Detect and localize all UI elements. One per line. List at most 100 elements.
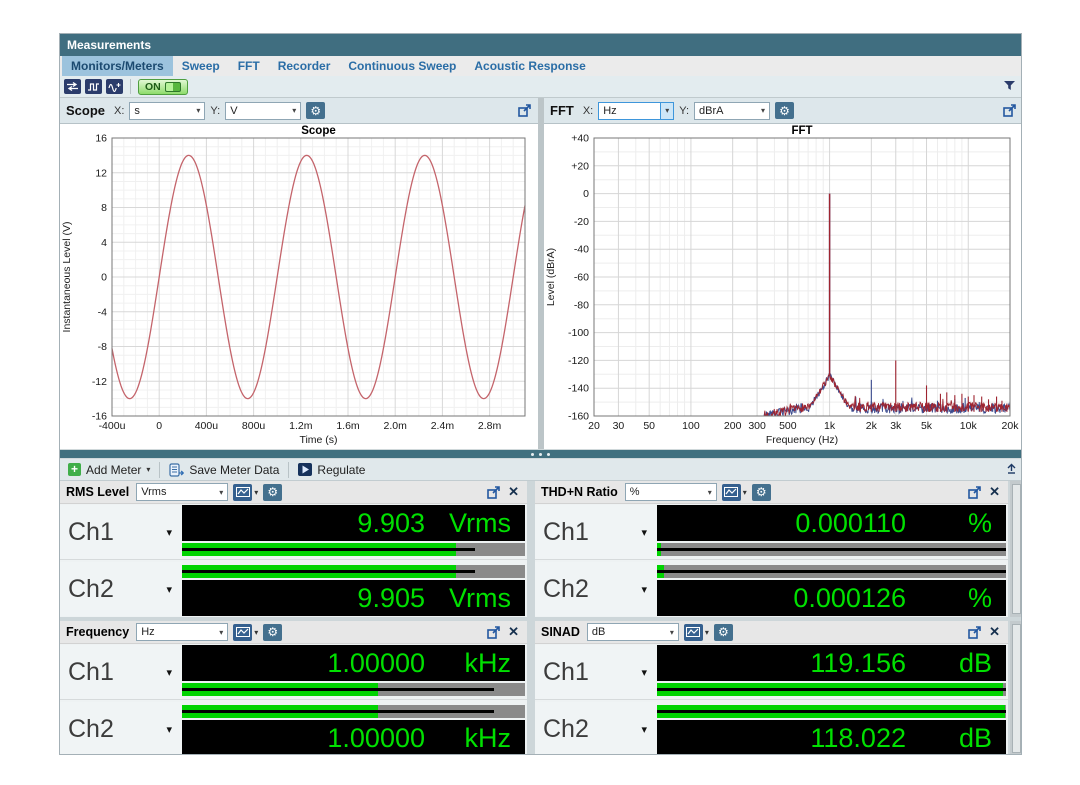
meter-channel-row: Ch1 ▾ 1.00000 kHz <box>60 645 527 699</box>
unit-combo[interactable]: Vrms ▾ <box>136 483 228 501</box>
svg-text:1.6m: 1.6m <box>336 420 360 432</box>
svg-text:2.8m: 2.8m <box>478 420 502 432</box>
settings-gear-icon[interactable]: ⚙ <box>775 102 794 119</box>
svg-text:400u: 400u <box>195 420 219 432</box>
settings-gear-icon[interactable]: ⚙ <box>752 484 771 501</box>
horizontal-splitter[interactable] <box>60 449 1021 459</box>
meter-channel-row: Ch1 ▾ 119.156 dB <box>535 645 1008 699</box>
fft-x-units-combo[interactable]: Hz ▾ <box>598 102 674 120</box>
generator-square-wave-icon[interactable] <box>85 79 102 94</box>
save-meter-data-label: Save Meter Data <box>189 463 279 477</box>
generator-on-toggle[interactable]: ON <box>138 79 188 95</box>
chevron-down-icon: ▾ <box>641 583 657 596</box>
meter-panel-sinad: SINAD dB ▾ ▾ ⚙ ✕ Ch1 ▾ <box>535 621 1008 755</box>
chevron-down-icon: ▾ <box>660 103 673 119</box>
screen: Measurements Monitors/Meters Sweep FFT R… <box>0 0 1080 785</box>
close-icon[interactable]: ✕ <box>987 484 1002 500</box>
scrollbar-thumb[interactable] <box>1012 484 1021 614</box>
meter-value-display: 118.022 dB <box>657 720 1006 755</box>
chevron-down-icon: ▾ <box>166 526 182 539</box>
tab-fft[interactable]: FFT <box>229 56 269 76</box>
close-icon[interactable]: ✕ <box>506 624 521 640</box>
meter-style-icon[interactable] <box>233 484 252 501</box>
settings-gear-icon[interactable]: ⚙ <box>263 484 282 501</box>
toolbar-separator <box>159 462 160 478</box>
measurement-tabs: Monitors/Meters Sweep FFT Recorder Conti… <box>60 56 1021 76</box>
channel-selector-ch1[interactable]: Ch1 ▾ <box>60 645 182 699</box>
filter-icon[interactable] <box>1003 78 1016 96</box>
unit-combo[interactable]: Hz ▾ <box>136 623 228 641</box>
channel-selector-ch1[interactable]: Ch1 ▾ <box>535 505 657 559</box>
svg-text:20k: 20k <box>1002 420 1020 432</box>
regulate-button[interactable]: Regulate <box>294 463 369 477</box>
settings-gear-icon[interactable]: ⚙ <box>263 624 282 641</box>
popout-icon[interactable] <box>487 486 501 499</box>
scope-x-units-combo[interactable]: s ▾ <box>129 102 205 120</box>
meters-area: RMS Level Vrms ▾ ▾ ⚙ ✕ Ch1 ▾ <box>60 481 1021 754</box>
popout-icon[interactable] <box>487 626 501 639</box>
settings-gear-icon[interactable]: ⚙ <box>306 102 325 119</box>
scroll-top-icon[interactable] <box>1006 461 1017 479</box>
monitor-sine-icon[interactable] <box>106 79 123 94</box>
meter-title: RMS Level <box>66 485 129 499</box>
meter-style-icon[interactable] <box>233 624 252 641</box>
add-meter-label: Add Meter <box>86 463 141 477</box>
meter-value-display: 0.000110 % <box>657 505 1006 541</box>
meter-body: Ch1 ▾ 0.000110 % Ch2 ▾ <box>535 504 1008 616</box>
scrollbar-thumb[interactable] <box>1012 624 1021 753</box>
scrollbar-row1[interactable] <box>1010 481 1022 617</box>
popout-icon[interactable] <box>518 104 532 117</box>
level-bar <box>657 543 1006 556</box>
channel-selector-ch2[interactable]: Ch2 ▾ <box>60 702 182 755</box>
meter-channel-row: Ch1 ▾ 0.000110 % <box>535 505 1008 559</box>
channel-selector-ch2[interactable]: Ch2 ▾ <box>535 702 657 755</box>
channel-selector-ch2[interactable]: Ch2 ▾ <box>60 562 182 616</box>
close-icon[interactable]: ✕ <box>987 624 1002 640</box>
svg-text:-4: -4 <box>98 306 107 318</box>
tab-recorder[interactable]: Recorder <box>269 56 340 76</box>
save-list-icon <box>169 463 184 477</box>
unit-combo[interactable]: dB ▾ <box>587 623 679 641</box>
level-bar <box>182 543 525 556</box>
chevron-down-icon[interactable]: ▾ <box>254 488 258 497</box>
popout-icon[interactable] <box>968 626 982 639</box>
svg-text:Scope: Scope <box>301 125 336 137</box>
meter-panel-header: THD+N Ratio % ▾ ▾ ⚙ ✕ <box>535 481 1008 504</box>
chevron-down-icon[interactable]: ▾ <box>705 628 709 637</box>
signal-path-icon[interactable] <box>64 79 81 94</box>
settings-gear-icon[interactable]: ⚙ <box>714 624 733 641</box>
svg-text:-8: -8 <box>98 341 107 353</box>
tab-continuous-sweep[interactable]: Continuous Sweep <box>339 56 465 76</box>
fft-y-units-combo[interactable]: dBrA ▾ <box>694 102 770 120</box>
popout-icon[interactable] <box>968 486 982 499</box>
channel-selector-ch2[interactable]: Ch2 ▾ <box>535 562 657 616</box>
svg-text:FFT: FFT <box>791 125 812 137</box>
meter-title: SINAD <box>541 625 580 639</box>
svg-text:2k: 2k <box>866 420 878 432</box>
chevron-down-icon[interactable]: ▾ <box>743 488 747 497</box>
channel-selector-ch1[interactable]: Ch1 ▾ <box>60 505 182 559</box>
add-meter-button[interactable]: + Add Meter ▾ <box>64 463 154 477</box>
meter-style-icon[interactable] <box>684 624 703 641</box>
scope-y-units-combo[interactable]: V ▾ <box>225 102 301 120</box>
meter-value-display: 1.00000 kHz <box>182 720 525 755</box>
popout-icon[interactable] <box>1003 104 1017 117</box>
scrollbar-row2[interactable] <box>1010 621 1022 755</box>
tab-monitors-meters[interactable]: Monitors/Meters <box>62 56 173 76</box>
svg-text:-120: -120 <box>568 355 589 367</box>
chevron-down-icon: ▾ <box>665 628 678 637</box>
save-meter-data-button[interactable]: Save Meter Data <box>165 463 283 477</box>
fft-x-units-value: Hz <box>599 105 660 117</box>
close-icon[interactable]: ✕ <box>506 484 521 500</box>
tab-acoustic-response[interactable]: Acoustic Response <box>465 56 594 76</box>
unit-combo[interactable]: % ▾ <box>625 483 717 501</box>
scope-y-units-value: V <box>226 105 287 117</box>
meter-style-icon[interactable] <box>722 484 741 501</box>
meter-title: THD+N Ratio <box>541 485 618 499</box>
tab-sweep[interactable]: Sweep <box>173 56 229 76</box>
splitter-grip[interactable] <box>60 450 1021 458</box>
fft-panel-title: FFT <box>550 103 574 118</box>
chevron-down-icon[interactable]: ▾ <box>254 628 258 637</box>
channel-selector-ch1[interactable]: Ch1 ▾ <box>535 645 657 699</box>
scope-panel-title: Scope <box>66 103 105 118</box>
